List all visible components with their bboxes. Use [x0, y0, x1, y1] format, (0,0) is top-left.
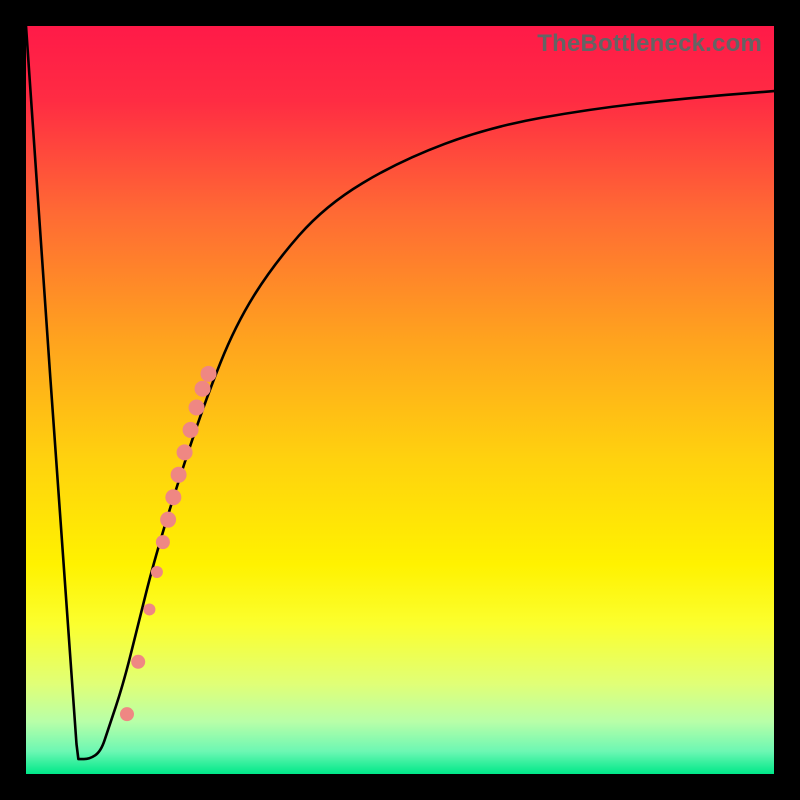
data-marker	[143, 603, 155, 615]
curve-layer	[26, 26, 774, 774]
data-marker	[177, 444, 193, 460]
data-marker	[171, 467, 187, 483]
plot-area: TheBottleneck.com	[26, 26, 774, 774]
frame-border: TheBottleneck.com	[0, 0, 800, 800]
data-marker	[156, 535, 170, 549]
marker-group	[120, 366, 217, 721]
data-marker	[165, 489, 181, 505]
data-marker	[195, 381, 211, 397]
data-marker	[151, 566, 163, 578]
data-marker	[183, 422, 199, 438]
data-marker	[201, 366, 217, 382]
data-marker	[160, 512, 176, 528]
watermark-text: TheBottleneck.com	[537, 30, 762, 58]
data-marker	[131, 655, 145, 669]
data-marker	[120, 707, 134, 721]
data-marker	[189, 399, 205, 415]
bottleneck-curve	[26, 26, 774, 759]
